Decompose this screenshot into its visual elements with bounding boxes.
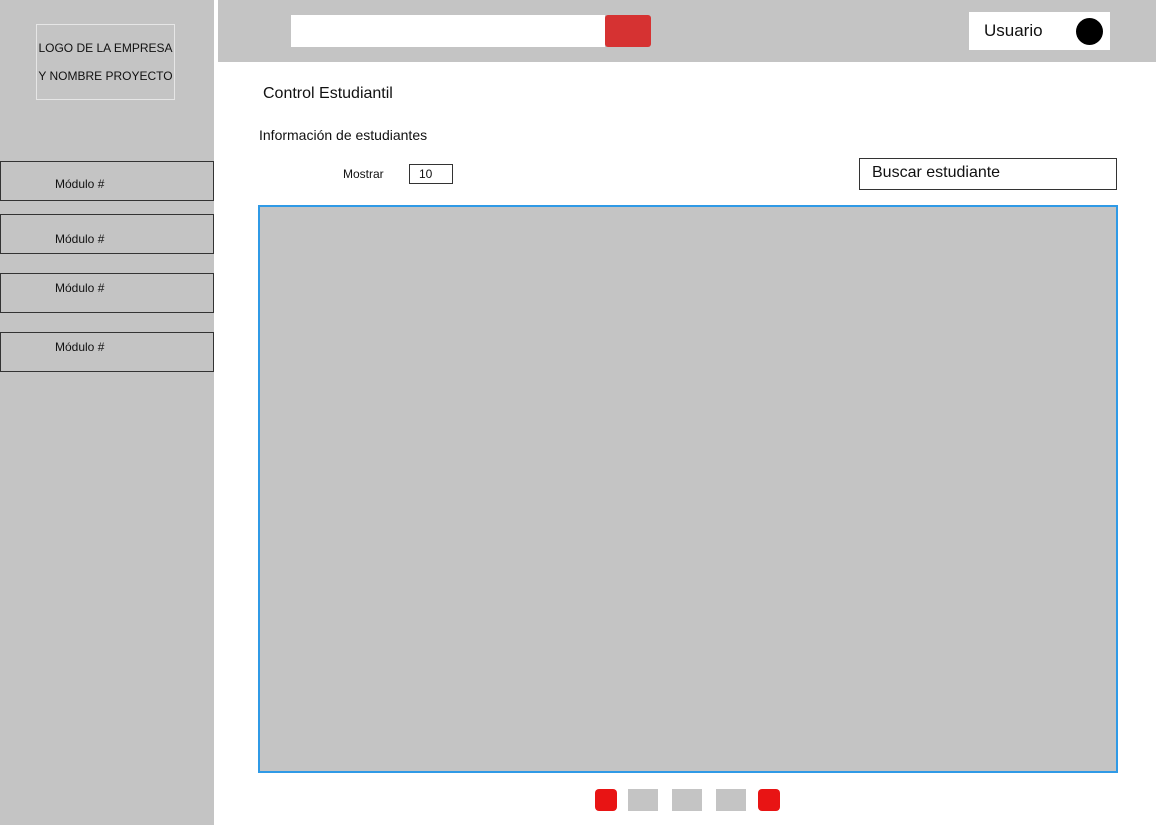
- sidebar-item-label: Módulo #: [55, 281, 105, 295]
- pagination-next-button[interactable]: [758, 789, 780, 811]
- sidebar-item-module-4[interactable]: Módulo #: [0, 332, 214, 372]
- logo-line-1: LOGO DE LA EMPRESA: [38, 41, 173, 55]
- show-entries-label: Mostrar: [343, 167, 384, 181]
- avatar: [1076, 18, 1103, 45]
- page-title: Control Estudiantil: [263, 85, 393, 102]
- pagination-page-button[interactable]: [716, 789, 746, 811]
- search-button[interactable]: [605, 15, 651, 47]
- sidebar-item-module-3[interactable]: Módulo #: [0, 273, 214, 313]
- sidebar-item-label: Módulo #: [55, 232, 105, 246]
- section-title: Información de estudiantes: [259, 127, 428, 143]
- students-table: [258, 205, 1118, 773]
- user-label: Usuario: [984, 21, 1043, 40]
- company-logo: LOGO DE LA EMPRESA Y NOMBRE PROYECTO: [36, 24, 175, 100]
- pagination: [595, 789, 780, 811]
- logo-line-2: Y NOMBRE PROYECTO: [38, 69, 173, 83]
- sidebar-item-module-1[interactable]: Módulo #: [0, 161, 214, 201]
- pagination-page-button[interactable]: [672, 789, 702, 811]
- global-search-input[interactable]: [291, 15, 605, 47]
- pagination-prev-button[interactable]: [595, 789, 617, 811]
- sidebar-item-label: Módulo #: [55, 177, 105, 191]
- top-bar: Usuario: [218, 0, 1156, 62]
- sidebar: LOGO DE LA EMPRESA Y NOMBRE PROYECTO Mód…: [0, 0, 214, 825]
- sidebar-item-module-2[interactable]: Módulo #: [0, 214, 214, 254]
- show-entries-select[interactable]: 10: [409, 164, 453, 184]
- sidebar-item-label: Módulo #: [55, 340, 105, 354]
- pagination-page-button[interactable]: [628, 789, 658, 811]
- student-search-input[interactable]: Buscar estudiante: [859, 158, 1117, 190]
- user-menu[interactable]: Usuario: [969, 12, 1110, 50]
